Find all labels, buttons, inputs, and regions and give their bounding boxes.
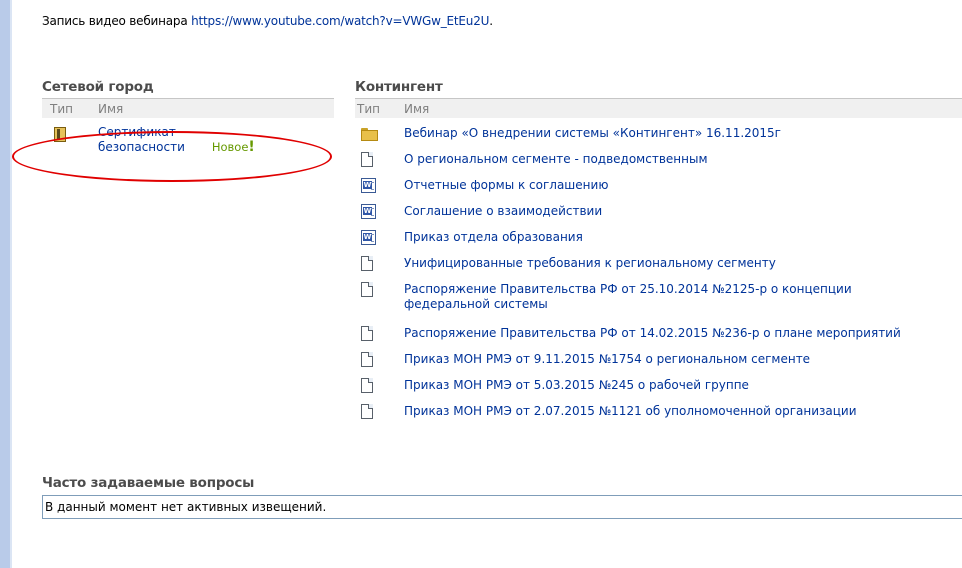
list-item-name: О региональном сегменте - подведомственн… <box>404 147 924 167</box>
list-item-name: Вебинар «О внедрении системы «Контингент… <box>404 121 924 141</box>
folder-icon[interactable] <box>355 121 404 144</box>
list-header: Тип Имя <box>355 98 962 118</box>
document-icon[interactable] <box>355 321 404 344</box>
document-link[interactable]: Распоряжение Правительства РФ от 25.10.2… <box>404 282 852 311</box>
column-header-name[interactable]: Имя <box>404 102 429 116</box>
document-link[interactable]: Вебинар «О внедрении системы «Контингент… <box>404 126 781 140</box>
document-icon[interactable] <box>355 277 404 300</box>
word-document-icon[interactable]: W <box>355 173 404 196</box>
list-item-name: Отчетные формы к соглашению <box>404 173 924 193</box>
zone-title-faq: Часто задаваемые вопросы <box>42 475 255 491</box>
zone-contingent: Контингент Тип Имя Вебинар «О внедрении … <box>355 79 962 425</box>
list-item-name: Сертификат безопасности Новое! <box>98 125 255 155</box>
faq-message: В данный момент нет активных извещений. <box>45 500 327 514</box>
list-item: Приказ МОН РМЭ от 5.03.2015 №245 о рабоч… <box>355 373 962 399</box>
youtube-link[interactable]: https://www.youtube.com/watch?v=VWGw_EtE… <box>191 14 489 28</box>
document-icon[interactable] <box>355 147 404 170</box>
certificate-icon[interactable] <box>42 125 98 145</box>
document-link[interactable]: Приказ МОН РМЭ от 9.11.2015 №1754 о реги… <box>404 352 810 366</box>
document-link[interactable]: О региональном сегменте - подведомственн… <box>404 152 708 166</box>
list-item: Распоряжение Правительства РФ от 25.10.2… <box>355 277 962 321</box>
list-item-name: Приказ МОН РМЭ от 2.07.2015 №1121 об упо… <box>404 399 924 419</box>
certificate-link[interactable]: Сертификат безопасности <box>98 125 208 155</box>
list-item: Приказ МОН РМЭ от 2.07.2015 №1121 об упо… <box>355 399 962 425</box>
list-header: Тип Имя <box>42 98 334 118</box>
word-document-icon[interactable]: W <box>355 225 404 248</box>
intro-suffix: . <box>489 14 493 28</box>
list-item: W Отчетные формы к соглашению <box>355 173 962 199</box>
column-header-type[interactable]: Тип <box>42 102 98 116</box>
left-nav-bar-edge <box>10 0 12 568</box>
list-item-name: Приказ отдела образования <box>404 225 924 245</box>
document-link[interactable]: Приказ отдела образования <box>404 230 583 244</box>
document-icon[interactable] <box>355 373 404 396</box>
zone-title-contingent: Контингент <box>355 79 443 95</box>
list-item: W Соглашение о взаимодействии <box>355 199 962 225</box>
intro-text: Запись видео вебинара <box>42 14 192 28</box>
list-item: Сертификат безопасности Новое! <box>42 118 334 155</box>
document-link[interactable]: Приказ МОН РМЭ от 5.03.2015 №245 о рабоч… <box>404 378 749 392</box>
document-link[interactable]: Унифицированные требования к регионально… <box>404 256 776 270</box>
zone-faq: Часто задаваемые вопросы В данный момент… <box>42 475 962 519</box>
word-document-icon[interactable]: W <box>355 199 404 222</box>
list-item-name: Приказ МОН РМЭ от 9.11.2015 №1754 о реги… <box>404 347 924 367</box>
document-link[interactable]: Приказ МОН РМЭ от 2.07.2015 №1121 об упо… <box>404 404 857 418</box>
list-item: W Приказ отдела образования <box>355 225 962 251</box>
column-header-type[interactable]: Тип <box>355 102 404 116</box>
list-item-name: Соглашение о взаимодействии <box>404 199 924 219</box>
list-item: Унифицированные требования к регионально… <box>355 251 962 277</box>
list-item-name: Распоряжение Правительства РФ от 25.10.2… <box>404 277 924 312</box>
zone-network-city: Сетевой город Тип Имя Сертификат безопас… <box>42 79 334 155</box>
list-item: Распоряжение Правительства РФ от 14.02.2… <box>355 321 962 347</box>
document-icon[interactable] <box>355 251 404 274</box>
intro-line: Запись видео вебинара https://www.youtub… <box>42 14 493 28</box>
document-icon[interactable] <box>355 399 404 422</box>
list-item-name: Унифицированные требования к регионально… <box>404 251 924 271</box>
document-link[interactable]: Отчетные формы к соглашению <box>404 178 608 192</box>
column-header-name[interactable]: Имя <box>98 102 123 116</box>
list-item: Вебинар «О внедрении системы «Контингент… <box>355 121 962 147</box>
document-link[interactable]: Распоряжение Правительства РФ от 14.02.2… <box>404 326 901 340</box>
document-icon[interactable] <box>355 347 404 370</box>
document-list: Вебинар «О внедрении системы «Контингент… <box>355 118 962 425</box>
list-item: Приказ МОН РМЭ от 9.11.2015 №1754 о реги… <box>355 347 962 373</box>
document-link[interactable]: Соглашение о взаимодействии <box>404 204 602 218</box>
new-badge: Новое! <box>211 139 255 155</box>
left-nav-bar <box>0 0 10 568</box>
list-item-name: Приказ МОН РМЭ от 5.03.2015 №245 о рабоч… <box>404 373 924 393</box>
list-item: О региональном сегменте - подведомственн… <box>355 147 962 173</box>
list-item-name: Распоряжение Правительства РФ от 14.02.2… <box>404 321 924 341</box>
faq-message-box: В данный момент нет активных извещений. <box>42 495 962 519</box>
zone-title-network-city: Сетевой город <box>42 79 154 95</box>
